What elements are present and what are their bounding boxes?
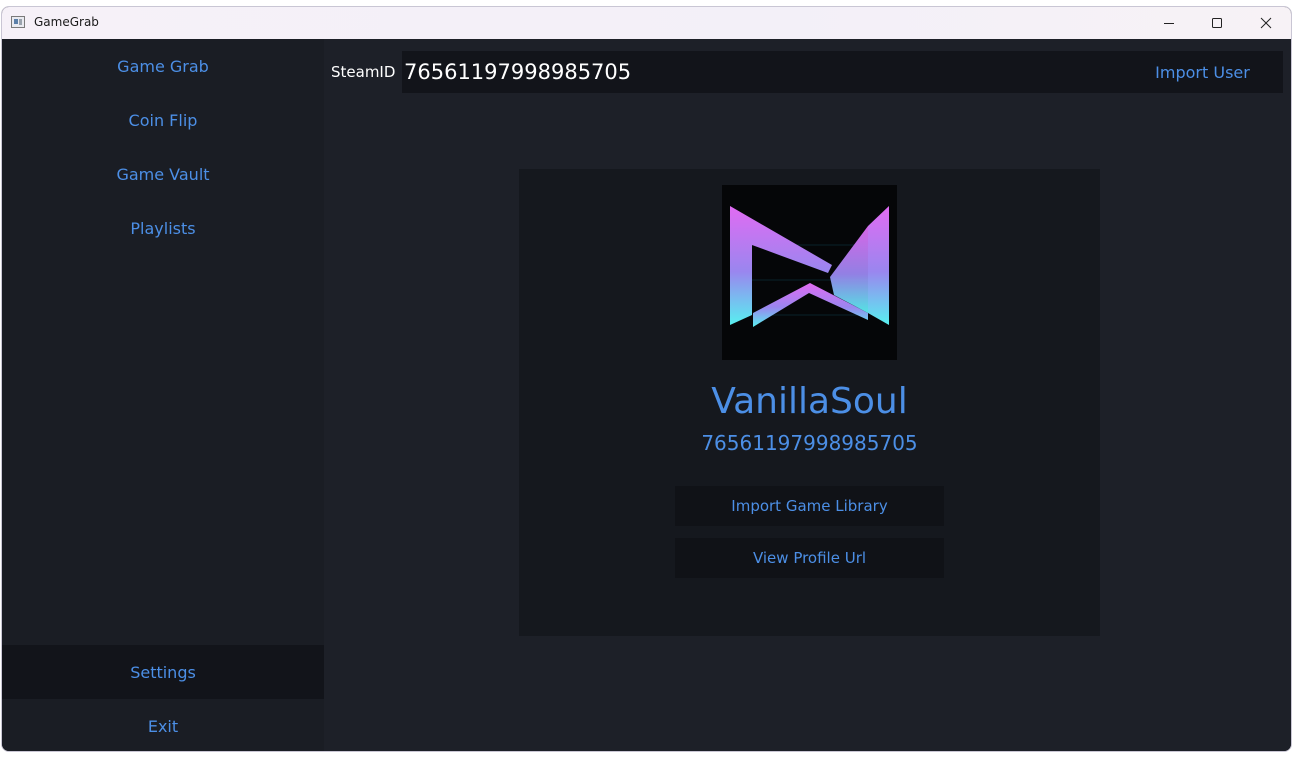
profile-username: VanillaSoul <box>711 381 908 422</box>
window-title: GameGrab <box>34 15 99 29</box>
app-window: GameGrab Game Grab Coin Flip Game Vault … <box>1 6 1292 752</box>
app-icon <box>11 16 25 28</box>
sidebar-item-exit[interactable]: Exit <box>2 699 324 751</box>
sidebar-item-playlists[interactable]: Playlists <box>2 201 324 255</box>
sidebar-item-coin-flip[interactable]: Coin Flip <box>2 93 324 147</box>
sidebar-item-game-grab[interactable]: Game Grab <box>2 39 324 93</box>
avatar <box>722 185 897 360</box>
sidebar-item-settings[interactable]: Settings <box>2 645 324 699</box>
minimize-button[interactable] <box>1146 7 1192 39</box>
steamid-label: SteamID <box>331 63 396 81</box>
profile-card: VanillaSoul 76561197998985705 Import Gam… <box>519 169 1100 636</box>
import-game-library-button[interactable]: Import Game Library <box>675 486 944 526</box>
view-profile-url-button[interactable]: View Profile Url <box>675 538 944 578</box>
sidebar-item-game-vault[interactable]: Game Vault <box>2 147 324 201</box>
steamid-input[interactable] <box>402 51 1122 93</box>
close-icon <box>1260 17 1272 29</box>
title-bar: GameGrab <box>2 7 1291 39</box>
sidebar: Game Grab Coin Flip Game Vault Playlists… <box>2 39 325 751</box>
close-button[interactable] <box>1243 7 1289 39</box>
minimize-icon <box>1164 23 1174 24</box>
import-user-button[interactable]: Import User <box>1122 51 1283 93</box>
maximize-icon <box>1212 18 1222 28</box>
maximize-button[interactable] <box>1194 7 1240 39</box>
avatar-logo-icon <box>722 185 897 360</box>
main-content: SteamID Import User <box>324 39 1291 751</box>
profile-steam-id: 76561197998985705 <box>701 431 918 455</box>
